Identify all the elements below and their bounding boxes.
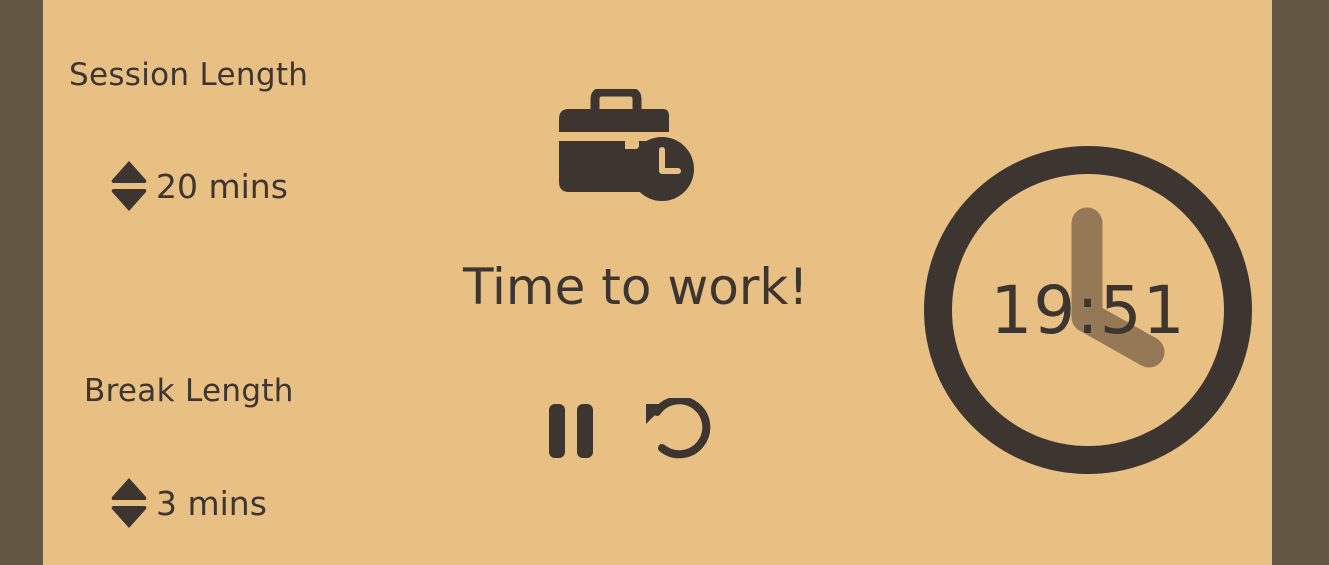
break-length-title: Break Length bbox=[84, 373, 294, 409]
reset-icon[interactable] bbox=[643, 396, 713, 464]
briefcase-clock-icon bbox=[557, 87, 697, 205]
break-length-stepper[interactable]: 3 mins bbox=[110, 477, 267, 529]
reset-button[interactable] bbox=[643, 396, 713, 468]
session-length-title: Session Length bbox=[69, 57, 309, 93]
timer-clock: 19:51 bbox=[923, 145, 1253, 475]
pomodoro-panel: Session Length 20 mins Break Length 3 mi… bbox=[43, 0, 1272, 565]
session-length-value: 20 mins bbox=[156, 166, 288, 206]
break-length-value: 3 mins bbox=[156, 483, 267, 523]
status-message: Time to work! bbox=[463, 258, 809, 316]
timer-display: 19:51 bbox=[990, 271, 1186, 349]
pause-button[interactable] bbox=[547, 403, 595, 463]
sort-arrows-icon[interactable] bbox=[110, 160, 148, 212]
session-length-stepper[interactable]: 20 mins bbox=[110, 160, 288, 212]
pause-icon[interactable] bbox=[547, 403, 595, 459]
sort-arrows-icon[interactable] bbox=[110, 477, 148, 529]
